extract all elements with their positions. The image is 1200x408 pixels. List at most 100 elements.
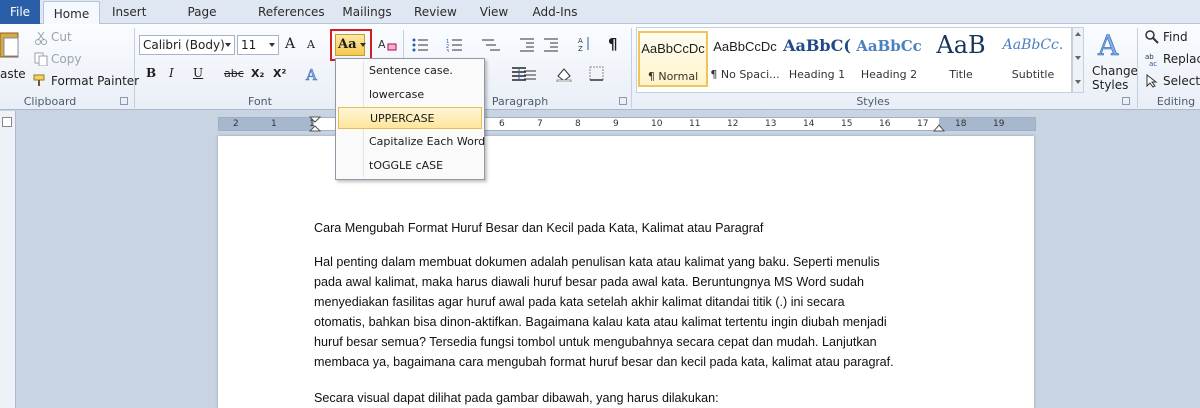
bullets-icon[interactable] [412,38,436,52]
replace-icon: abac [1145,53,1157,66]
shrink-font-button[interactable]: A [307,38,315,51]
style-heading-1[interactable]: AaBbC( Heading 1 [782,31,852,87]
tab-insert[interactable]: Insert [112,0,146,24]
document-paragraph-1: Hal penting dalam membuat dokumen adalah… [314,252,954,372]
svg-text:A: A [305,66,317,84]
copy-button[interactable]: Copy [51,52,81,66]
group-separator [1137,28,1138,108]
italic-button[interactable]: I [169,66,174,80]
ruler-number: 11 [689,119,701,129]
change-styles-label[interactable]: Change [1092,64,1138,78]
change-case-button[interactable]: Aa [330,29,372,61]
borders-icon[interactable] [589,66,611,82]
style-name: Title [949,68,973,81]
paragraph-line: pada awal kalimat, maka harus diawali hu… [314,275,865,289]
style-name: Heading 1 [788,68,846,81]
ruler-number: 19 [993,119,1005,129]
svg-text:A: A [578,37,583,45]
style-name: ¶ No Spaci... [710,68,780,81]
ruler-number: 14 [803,119,815,129]
tab-mailings[interactable]: Mailings [342,0,392,24]
ruler-number: 13 [765,119,777,129]
style-subtitle[interactable]: AaBbCc. Subtitle [998,31,1068,87]
style-title[interactable]: AaB Title [926,31,996,87]
style-name: Heading 2 [860,68,918,81]
ribbon-tab-bar: File Home Insert Page Layout References … [0,0,1200,43]
paragraph-launcher-icon[interactable] [619,97,627,105]
clipboard-launcher-icon[interactable] [120,97,128,105]
change-styles-icon[interactable]: A [1096,29,1126,59]
show-marks-icon[interactable]: ¶ [608,35,618,53]
paste-label[interactable]: aste [0,67,26,81]
strikethrough-button[interactable]: abc [224,67,244,80]
ruler-number: 16 [879,119,891,129]
find-button[interactable]: Find [1163,30,1188,44]
font-size-combo[interactable]: 11 [237,35,279,55]
ruler-right-margin [939,118,1035,130]
font-group-label: Font [248,95,272,108]
decrease-indent-icon[interactable] [520,38,536,52]
tab-view[interactable]: View [479,0,509,24]
tab-home[interactable]: Home [43,1,100,25]
select-button[interactable]: Select [1163,74,1200,88]
style-sample: AaBbC( [783,36,851,55]
style-sample: AaB [936,31,986,59]
tab-add-ins[interactable]: Add-Ins [531,0,579,24]
font-name-combo[interactable]: Calibri (Body) [139,35,235,55]
tab-review[interactable]: Review [414,0,457,24]
styles-launcher-icon[interactable] [1122,97,1130,105]
change-case-menu: Sentence case. lowercase UPPERCASE Capit… [335,58,485,180]
tab-page-layout[interactable]: Page Layout [168,0,236,43]
change-styles-label-2[interactable]: Styles [1092,78,1128,92]
format-painter-button[interactable]: Format Painter [51,74,139,88]
document-title: Cara Mengubah Format Huruf Besar dan Kec… [314,221,764,235]
paragraph-line: Hal penting dalam membuat dokumen adalah… [314,255,880,269]
style-no-spacing[interactable]: AaBbCcDc ¶ No Spaci... [710,31,780,87]
find-icon [1145,30,1159,44]
grow-font-button[interactable]: A [285,36,295,52]
styles-gallery-scroll[interactable] [1072,27,1084,93]
menu-item-lowercase[interactable]: lowercase [338,84,482,106]
ruler-number: 2 [233,119,239,129]
style-heading-2[interactable]: AaBbCc Heading 2 [854,31,924,87]
editing-group-label: Editing [1156,95,1196,108]
sort-icon[interactable]: AZ [578,36,592,52]
menu-item-toggle-case[interactable]: tOGGLE cASE [338,155,482,177]
style-name: Subtitle [1011,68,1055,81]
subscript-button[interactable]: X₂ [251,67,264,80]
line-spacing-icon[interactable] [516,68,540,82]
format-painter-icon [33,74,45,86]
shading-icon[interactable] [555,66,577,82]
menu-item-sentence-case[interactable]: Sentence case. [338,60,482,82]
underline-button[interactable]: U [193,66,203,80]
numbering-icon[interactable]: 123 [446,38,470,52]
replace-button[interactable]: Replac [1163,52,1200,66]
paragraph-line: menyediakan fasilitas agar huruf awal pa… [314,295,845,309]
tab-file[interactable]: File [0,0,40,24]
svg-text:ac: ac [1149,60,1157,66]
cut-button[interactable]: Cut [51,30,72,44]
menu-item-capitalize-each-word[interactable]: Capitalize Each Word [338,131,485,153]
right-indent-marker-icon[interactable] [933,122,945,132]
multilevel-list-icon[interactable] [480,38,504,52]
style-sample: AaBbCc. [1002,37,1064,53]
bold-button[interactable]: B [146,66,156,80]
clipboard-group-label: Clipboard [23,95,77,108]
ruler-number: 12 [727,119,739,129]
menu-item-uppercase[interactable]: UPPERCASE [338,107,482,129]
chevron-down-icon [360,43,366,47]
chevron-down-icon [225,43,231,47]
ruler-number: 1 [271,119,277,129]
indent-marker-icon[interactable] [309,116,321,132]
text-effects-icon[interactable]: A [304,66,324,84]
tab-references[interactable]: References [258,0,325,24]
paragraph-group-label: Paragraph [491,95,549,108]
styles-group-label: Styles [856,95,890,108]
style-normal[interactable]: AaBbCcDc ¶ Normal [638,31,708,87]
paste-icon[interactable] [0,30,22,60]
tab-selector-icon[interactable] [2,117,12,127]
superscript-button[interactable]: X² [273,67,286,80]
clear-formatting-icon[interactable]: A [378,36,398,54]
increase-indent-icon[interactable] [544,38,560,52]
svg-text:A: A [378,38,386,51]
